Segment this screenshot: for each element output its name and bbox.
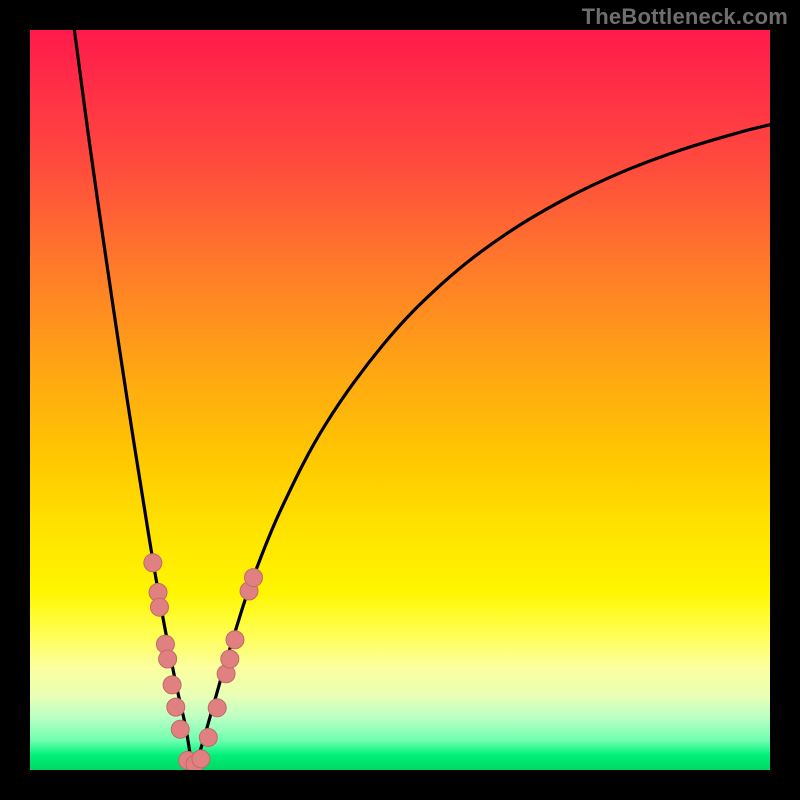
data-dot <box>163 676 181 694</box>
plot-area <box>30 30 770 770</box>
curve-svg <box>30 30 770 770</box>
data-dot <box>221 650 239 668</box>
data-dot <box>208 699 226 717</box>
data-dot <box>192 750 210 768</box>
data-dot <box>151 598 169 616</box>
data-dot <box>167 698 185 716</box>
data-dot <box>171 720 189 738</box>
watermark-text: TheBottleneck.com <box>582 4 788 30</box>
data-dot <box>244 569 262 587</box>
data-dot <box>144 554 162 572</box>
curve-right-branch <box>193 125 770 767</box>
data-dot <box>159 650 177 668</box>
data-dot <box>199 728 217 746</box>
chart-frame: TheBottleneck.com <box>0 0 800 800</box>
data-dot <box>226 631 244 649</box>
